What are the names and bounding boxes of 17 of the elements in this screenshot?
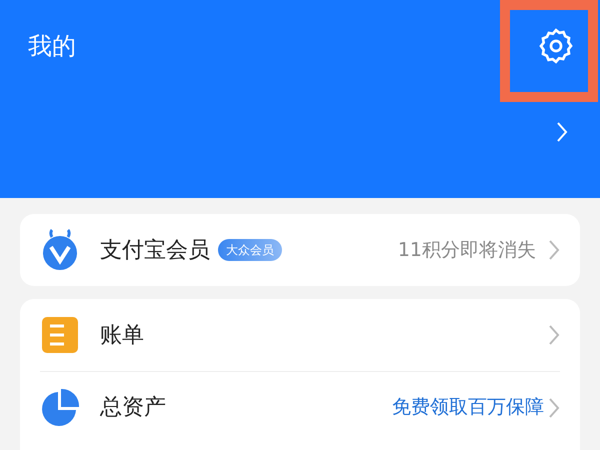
member-logo-icon xyxy=(40,229,80,271)
chevron-icon xyxy=(548,239,560,261)
member-card[interactable]: 支付宝会员 大众会员 11积分即将消失 xyxy=(20,214,580,286)
chevron-icon xyxy=(548,324,560,346)
page-title: 我的 xyxy=(28,31,76,62)
member-title: 支付宝会员 xyxy=(100,236,210,264)
member-level-badge: 大众会员 xyxy=(218,239,282,261)
menu-label: 总资产 xyxy=(100,394,166,422)
chevron-icon xyxy=(556,121,568,143)
pie-chart-icon xyxy=(40,388,80,428)
menu-row[interactable]: 账单 xyxy=(40,299,560,371)
chevron-icon xyxy=(548,396,560,418)
promo-note: 免费领取百万保障 xyxy=(392,395,544,420)
menu-label: 账单 xyxy=(100,322,144,350)
points-note: 11积分即将消失 xyxy=(398,238,536,263)
list-icon xyxy=(42,317,78,353)
menu-row[interactable]: 总资产 免费领取百万保障 xyxy=(40,371,560,443)
